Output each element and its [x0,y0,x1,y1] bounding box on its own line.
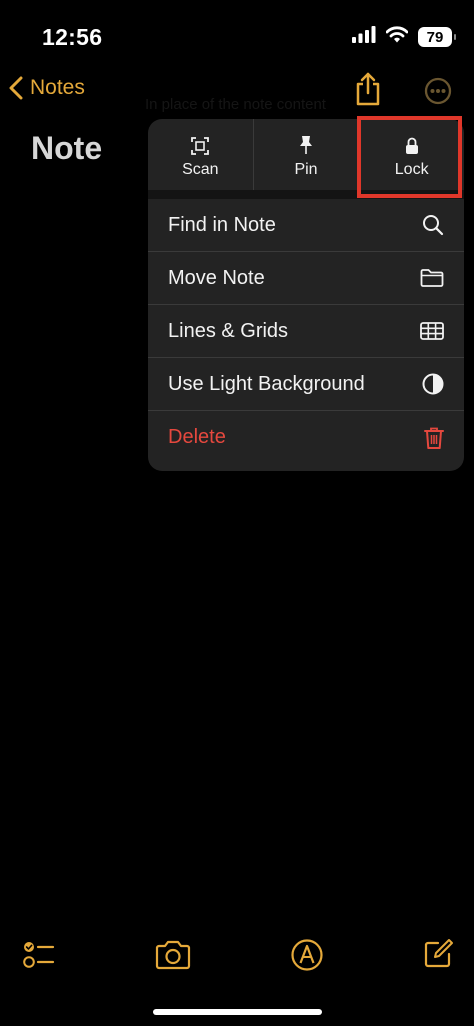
signal-icon [352,26,376,48]
pin-label: Pin [294,160,318,178]
back-button[interactable]: Notes [8,76,85,100]
find-in-note-label: Find in Note [168,213,276,236]
compose-button[interactable] [422,938,454,975]
battery-indicator: 79 [418,27,456,47]
ellipsis-circle-icon [424,77,452,105]
notes-screen: 12:56 79 Notes In place of the note cont… [0,0,474,1026]
markup-button[interactable] [290,938,324,977]
lock-button[interactable]: Lock [358,119,464,190]
delete-item[interactable]: Delete [148,411,464,464]
status-icons: 79 [352,26,456,48]
chevron-left-icon [9,76,23,100]
quick-actions: Scan Pin Lock [148,119,464,199]
scan-icon [191,136,210,155]
lock-icon [405,137,418,154]
delete-label: Delete [168,426,226,448]
grid-icon [420,322,444,340]
scan-label: Scan [182,160,219,178]
checklist-icon [23,942,55,968]
lock-label: Lock [394,160,429,178]
markup-icon [291,939,323,971]
status-time: 12:56 [42,24,103,50]
home-indicator[interactable] [153,1009,322,1015]
move-note-label: Move Note [168,266,265,289]
lines-grids-label: Lines & Grids [168,319,289,342]
wifi-icon [385,26,409,48]
light-background-label: Use Light Background [168,372,365,395]
trash-icon [424,427,444,449]
compose-icon [424,939,453,968]
pin-icon [300,135,312,154]
share-button[interactable] [354,72,382,111]
lines-grids-item[interactable]: Lines & Grids [148,305,464,358]
search-icon [423,215,444,236]
back-label: Notes [30,76,85,99]
battery-level: 79 [426,28,444,46]
note-options-menu: Scan Pin Lock Find in Note Move Note Lin… [148,119,464,471]
checklist-button[interactable] [22,938,56,977]
scan-button[interactable]: Scan [148,119,253,190]
camera-icon [155,940,191,970]
folder-icon [420,269,444,287]
contrast-icon [422,373,444,395]
pin-button[interactable]: Pin [252,119,359,190]
light-background-item[interactable]: Use Light Background [148,358,464,411]
background-note-text: In place of the note content [145,96,326,113]
find-in-note-item[interactable]: Find in Note [148,199,464,252]
more-button[interactable] [424,77,452,110]
share-icon [356,72,380,106]
move-note-item[interactable]: Move Note [148,252,464,305]
note-title: Note [31,130,103,166]
camera-button[interactable] [155,938,191,977]
